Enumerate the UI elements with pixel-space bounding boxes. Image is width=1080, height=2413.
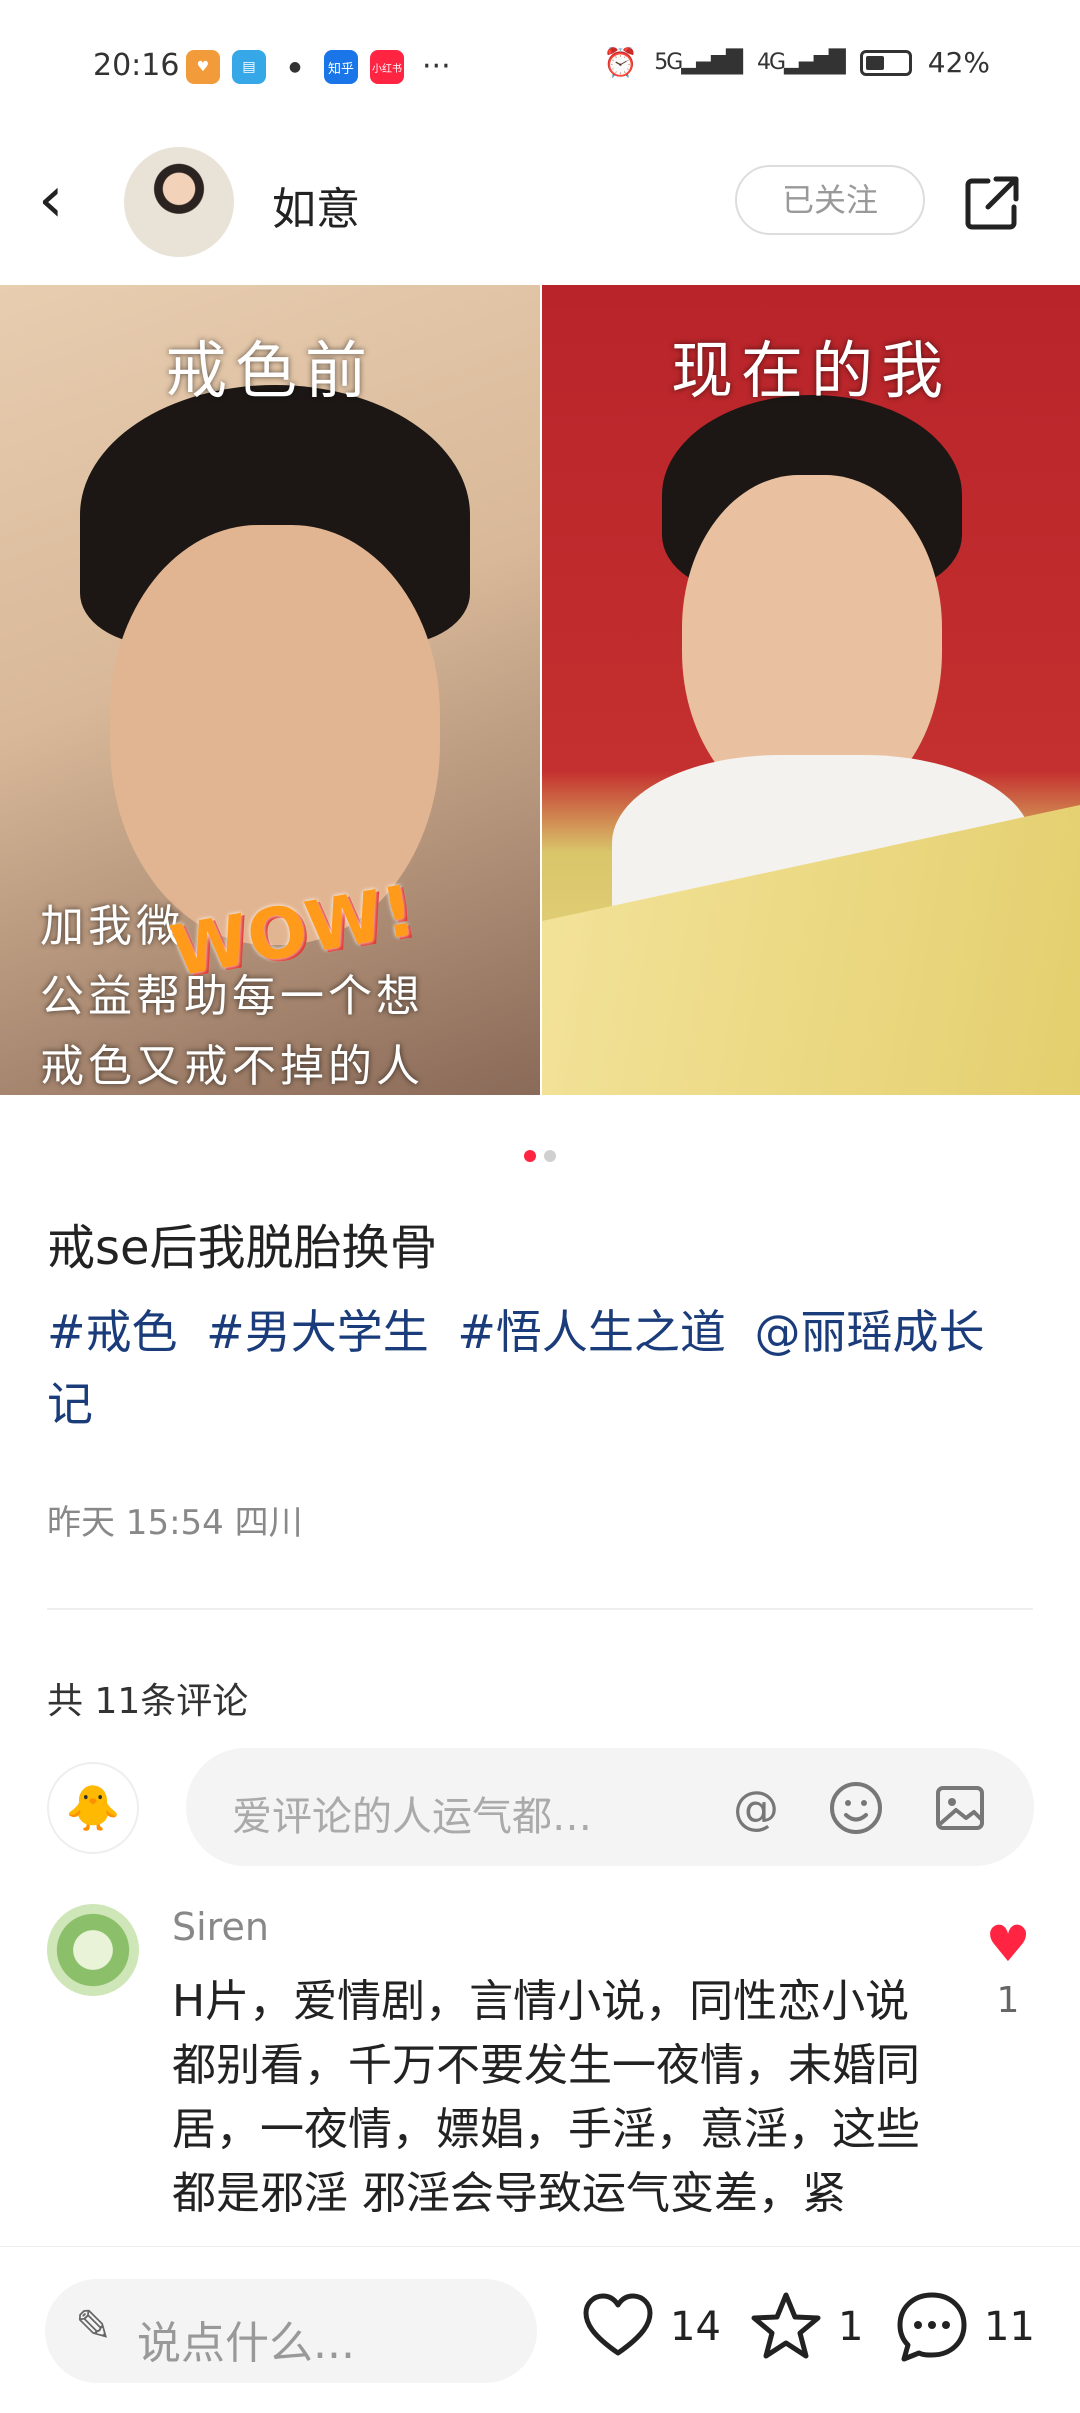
after-photo: 现在的我 — [542, 285, 1080, 1095]
favorite-count: 1 — [838, 2304, 864, 2350]
comment-bubble-icon — [897, 2292, 967, 2362]
favorite-button[interactable]: 1 — [746, 2287, 863, 2367]
pen-icon: ✎ — [75, 2301, 112, 2352]
image-icon[interactable] — [930, 1778, 990, 1838]
back-arrow-icon[interactable]: ‹ — [38, 168, 98, 232]
heart-icon — [583, 2293, 653, 2356]
zhihu-app-icon: 知乎 — [324, 50, 358, 84]
overlay-line-3: 戒色又戒不掉的人 — [40, 1041, 424, 1092]
signal-4g-icon: 4G▂▄▆█ — [757, 50, 846, 75]
comment-total: 11 — [984, 2304, 1035, 2350]
before-caption: 戒色前 — [164, 334, 375, 407]
more-notifications-icon: ··· — [422, 49, 451, 84]
overlay-line-1: 加我微 — [40, 901, 184, 952]
comment-like-heart-icon[interactable]: ♥ — [980, 1915, 1036, 1973]
tag-link[interactable]: #男大学生 — [206, 1305, 429, 1359]
follow-button[interactable]: 已关注 — [735, 165, 925, 235]
like-count: 14 — [670, 2304, 721, 2350]
post-header: ‹ 如意 已关注 — [0, 135, 1080, 270]
carousel-indicator — [0, 1150, 1080, 1162]
author-avatar[interactable] — [124, 147, 234, 257]
status-bar: 20:16 ♥ ▤ ● 知乎 小红书 ··· ⏰ 5G▂▄▆█ 4G▂▄▆█ 4… — [0, 0, 1080, 130]
status-indicators: ⏰ 5G▂▄▆█ 4G▂▄▆█ 42% — [603, 46, 990, 79]
author-name[interactable]: 如意 — [272, 173, 360, 237]
bottom-action-bar: ✎ 说点什么... 14 1 11 — [0, 2246, 1080, 2413]
post-tags: #戒色 #男大学生 #悟人生之道 @丽瑶成长记 — [47, 1296, 1037, 1440]
emoji-icon[interactable] — [826, 1778, 886, 1838]
comment-input[interactable]: 爱评论的人运气都… @ — [186, 1748, 1034, 1866]
say-something-placeholder: 说点什么... — [137, 2318, 355, 2369]
comment-count: 共 11条评论 — [47, 1681, 249, 1722]
tag-link[interactable]: #悟人生之道 — [457, 1305, 726, 1359]
carousel-dot-1 — [524, 1150, 536, 1162]
alarm-icon: ⏰ — [603, 46, 639, 79]
book-app-icon: ▤ — [232, 50, 266, 84]
comment-button[interactable]: 11 — [892, 2287, 1035, 2367]
signal-5g-icon: 5G▂▄▆█ — [654, 50, 743, 75]
star-icon — [751, 2292, 821, 2359]
xiaohongshu-app-icon: 小红书 — [370, 50, 404, 84]
divider — [47, 1608, 1033, 1610]
commenter-avatar[interactable] — [47, 1904, 139, 1996]
comment-input-placeholder: 爱评论的人运气都… — [232, 1794, 592, 1840]
my-avatar: 🐥 — [47, 1762, 139, 1854]
post-image-carousel[interactable]: 戒色前 加我微 公益帮助每一个想 戒色又戒不掉的人 WOW! 现在的我 — [0, 285, 1080, 1095]
comment-text: H片，爱情剧，言情小说，同性恋小说都别看，千万不要发生一夜情，未婚同居，一夜情，… — [172, 1976, 920, 2235]
before-photo: 戒色前 加我微 公益帮助每一个想 戒色又戒不掉的人 WOW! — [0, 285, 540, 1095]
share-icon[interactable] — [962, 173, 1022, 233]
status-app-icons: ♥ ▤ ● 知乎 小红书 ··· — [186, 50, 451, 84]
carousel-dot-2 — [544, 1150, 556, 1162]
battery-icon — [859, 49, 912, 76]
like-button[interactable]: 14 — [578, 2287, 721, 2367]
status-time: 20:16 — [93, 48, 180, 83]
tag-link[interactable]: #戒色 — [47, 1305, 178, 1359]
commenter-name[interactable]: Siren — [172, 1905, 269, 1949]
say-something-input[interactable]: ✎ 说点什么... — [45, 2279, 537, 2383]
post-title: 戒se后我脱胎换骨 — [47, 1220, 438, 1276]
comment-like-count: 1 — [996, 1980, 1020, 2021]
post-meta: 昨天 15:54 四川 — [47, 1503, 303, 1543]
battery-level: 42% — [927, 46, 990, 79]
after-caption: 现在的我 — [670, 334, 951, 407]
qq-app-icon: ● — [278, 50, 312, 84]
wallet-app-icon: ♥ — [186, 50, 220, 84]
mention-icon[interactable]: @ — [726, 1778, 786, 1838]
